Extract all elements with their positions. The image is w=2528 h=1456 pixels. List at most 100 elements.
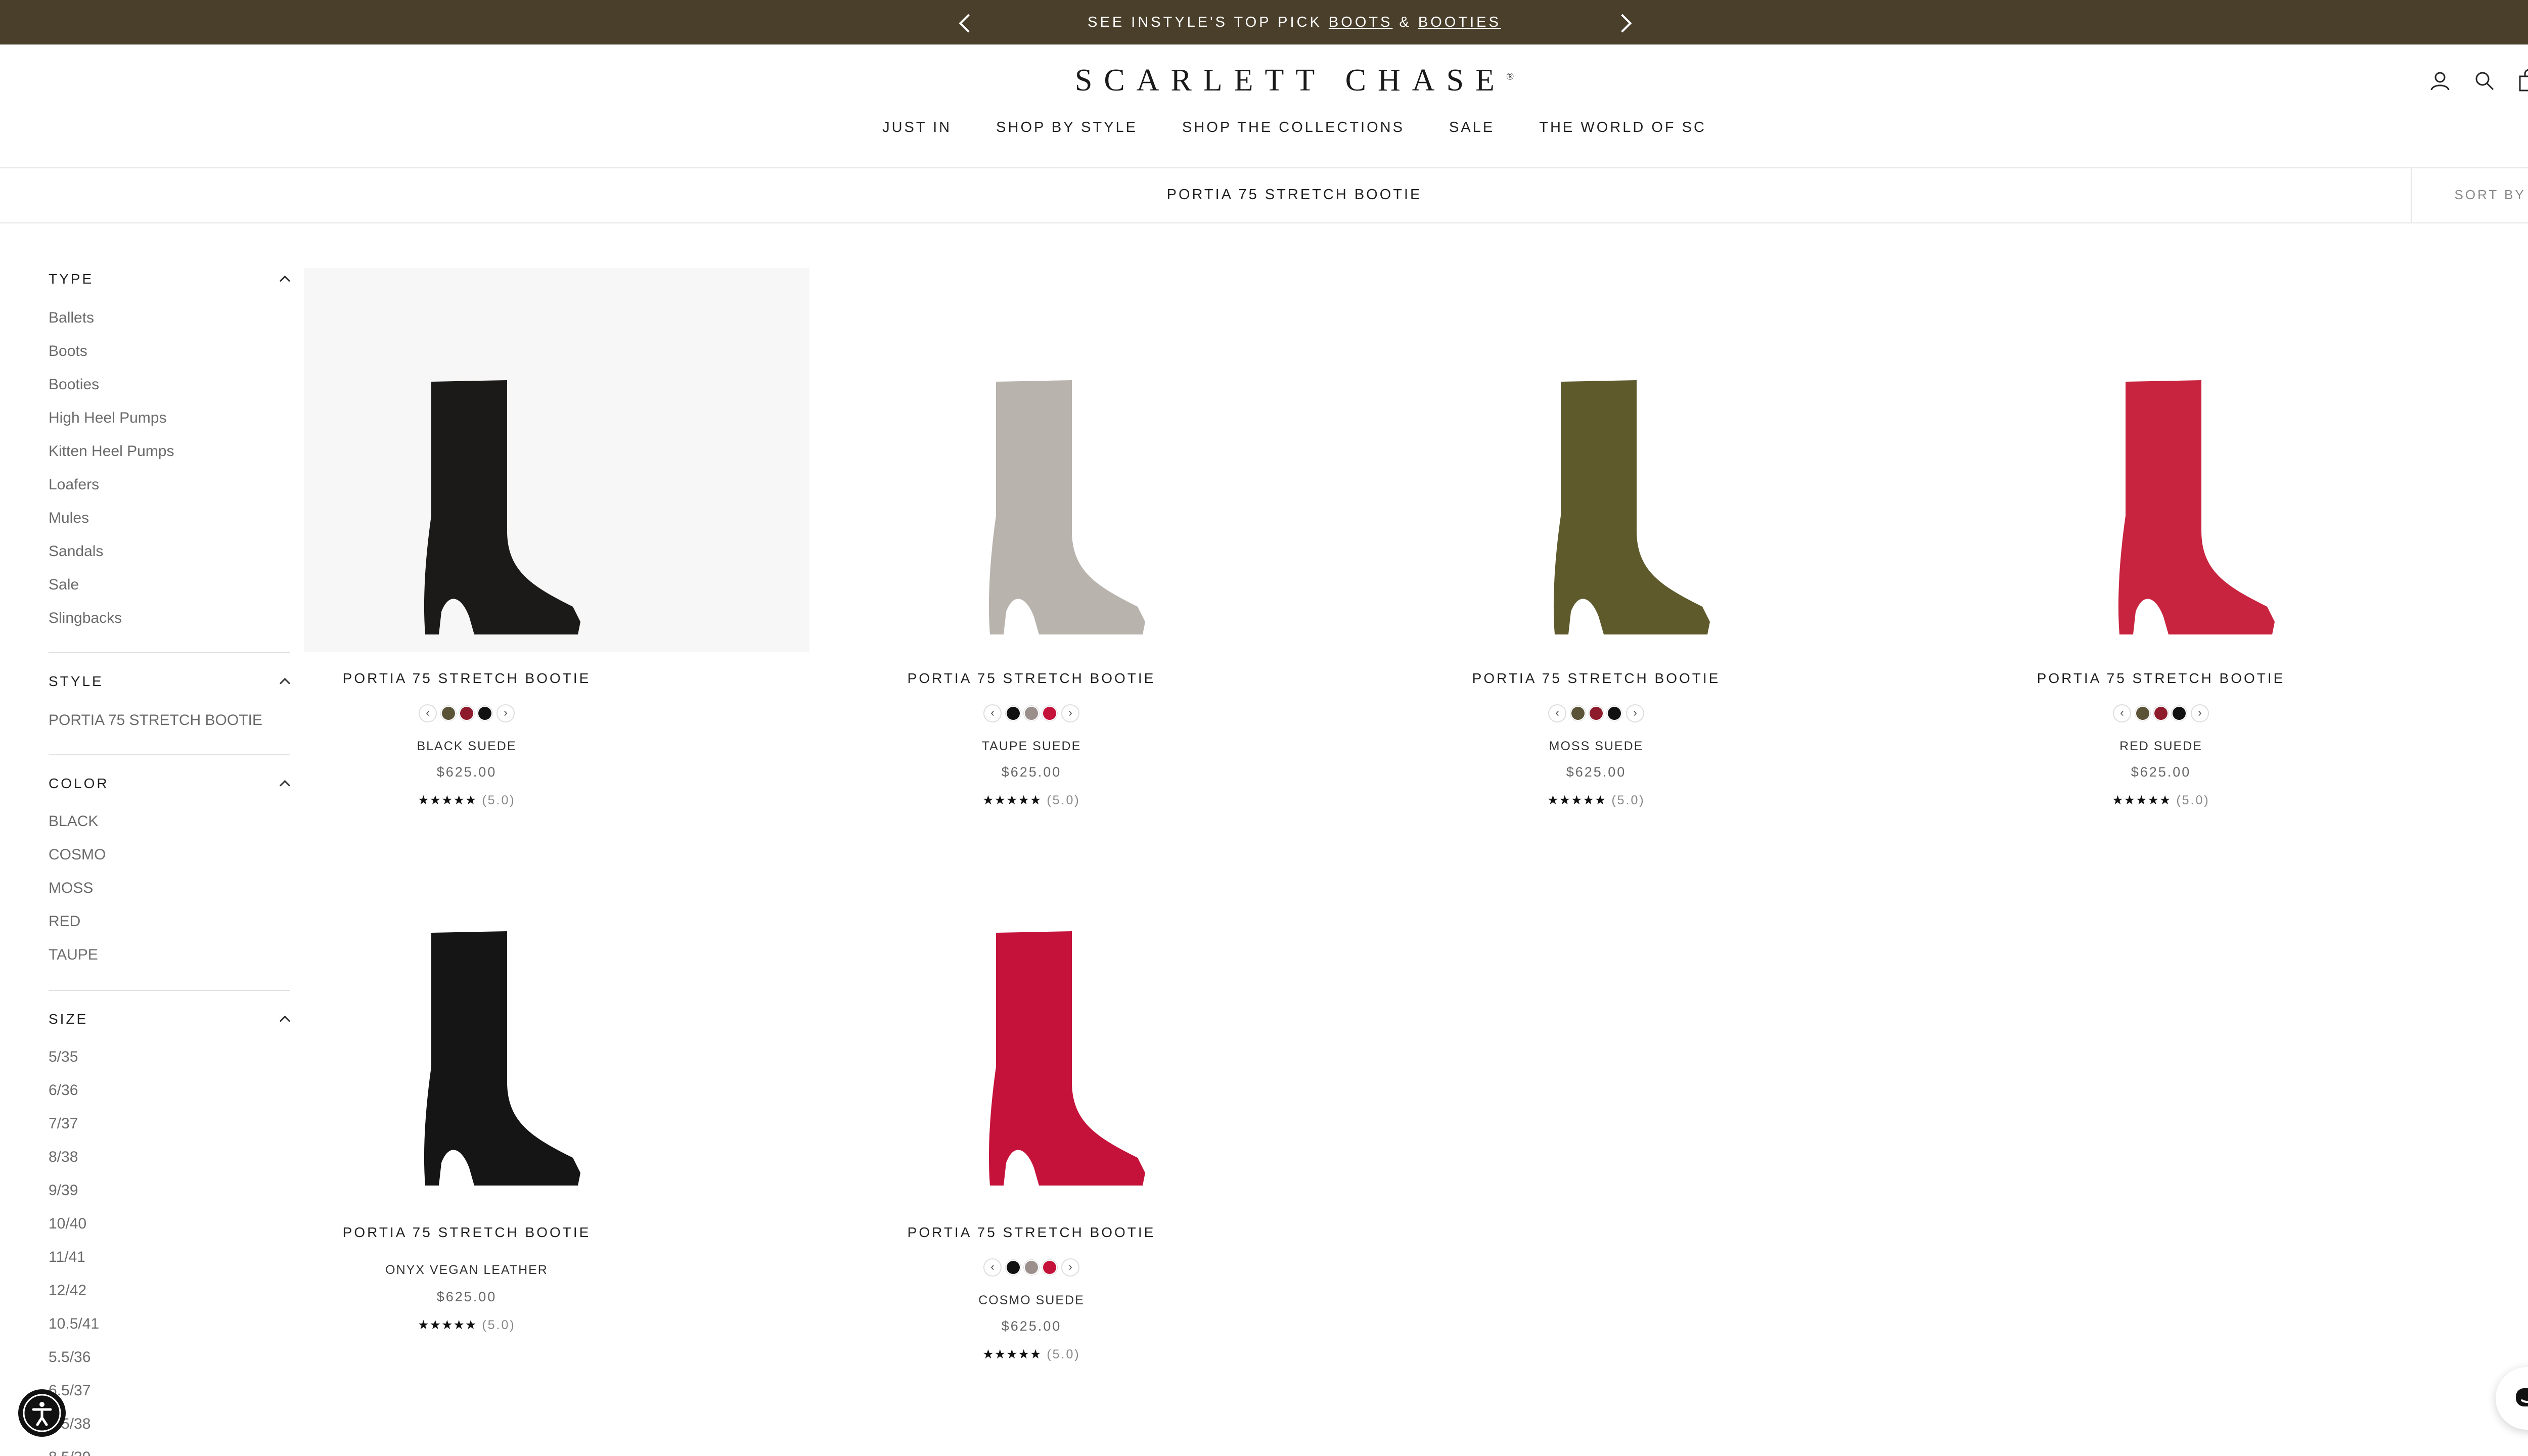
swatch-prev-button[interactable]: ‹: [2113, 704, 2131, 722]
sort-by-button[interactable]: SORT BY: [2411, 167, 2528, 222]
rating-value: (5.0): [482, 793, 516, 807]
collection-title: PORTIA 75 STRETCH BOOTIE: [1166, 187, 1422, 203]
product-rating: ★★★★★ (5.0): [2035, 793, 2287, 808]
rating-value: (5.0): [1611, 793, 1645, 807]
color-swatches: ‹ ›: [1470, 704, 1723, 723]
product-grid: PORTIA 75 STRETCH BOOTIE ‹ › BLACK SUEDE…: [0, 263, 2528, 1456]
search-icon[interactable]: [2473, 70, 2496, 92]
color-swatch[interactable]: [478, 707, 491, 720]
color-swatch[interactable]: [1007, 707, 1020, 720]
nav-sale[interactable]: SALE: [1449, 119, 1495, 135]
product-price: $625.00: [436, 1289, 497, 1304]
color-swatch[interactable]: [1025, 707, 1038, 720]
color-swatch[interactable]: [1043, 707, 1056, 720]
site-header: SCARLETT CHASE® JUST IN SHOP BY STYLE SH…: [0, 44, 2528, 168]
product-price: $625.00: [1001, 1318, 1062, 1334]
rating-value: (5.0): [2176, 793, 2210, 807]
color-swatch[interactable]: [2173, 707, 2186, 720]
product-name[interactable]: PORTIA 75 STRETCH BOOTIE: [905, 1224, 1158, 1241]
product-variant: ONYX VEGAN LEATHER: [385, 1263, 548, 1277]
swatch-prev-button[interactable]: ‹: [1548, 704, 1566, 722]
cart-icon[interactable]: [2518, 69, 2528, 92]
product-rating: ★★★★★ (5.0): [340, 793, 593, 808]
brand-logo[interactable]: SCARLETT CHASE®: [0, 63, 2528, 99]
product-image[interactable]: [340, 819, 593, 1203]
logo-text[interactable]: SCARLETT CHASE: [1075, 63, 1506, 98]
announcement-text: SEE INSTYLE'S TOP PICK BOOTS & BOOTIES: [0, 0, 2528, 44]
product-name[interactable]: PORTIA 75 STRETCH BOOTIE: [2035, 670, 2287, 687]
color-swatch[interactable]: [1007, 1261, 1020, 1274]
main-nav: JUST IN SHOP BY STYLE SHOP THE COLLECTIO…: [0, 119, 2528, 136]
product-rating: ★★★★★ (5.0): [340, 1317, 593, 1333]
nav-shop-by-style[interactable]: SHOP BY STYLE: [996, 119, 1138, 135]
announcement-sep: &: [1392, 14, 1418, 30]
color-swatches: ‹ ›: [340, 704, 593, 723]
swatch-prev-button[interactable]: ‹: [419, 704, 437, 722]
product-name[interactable]: PORTIA 75 STRETCH BOOTIE: [340, 670, 593, 687]
color-swatches: ‹ ›: [2035, 704, 2287, 723]
chat-icon[interactable]: [2496, 1367, 2528, 1430]
color-swatch[interactable]: [2154, 707, 2168, 720]
nav-just-in[interactable]: JUST IN: [882, 119, 952, 135]
booties-link[interactable]: BOOTIES: [1418, 14, 1501, 30]
star-rating: ★★★★★: [418, 793, 477, 807]
product-variant: MOSS SUEDE: [1549, 739, 1644, 753]
accessibility-icon[interactable]: [18, 1389, 66, 1437]
product-variant: RED SUEDE: [2119, 739, 2202, 753]
bootie-image: [988, 931, 1145, 1186]
swatch-next-button[interactable]: ›: [1061, 1258, 1079, 1277]
color-swatch[interactable]: [442, 707, 455, 720]
rating-value: (5.0): [482, 1318, 516, 1332]
bootie-image: [1553, 380, 1710, 634]
rating-value: (5.0): [1047, 1347, 1080, 1361]
swatch-next-button[interactable]: ›: [496, 704, 515, 722]
color-swatch[interactable]: [1571, 707, 1585, 720]
boots-link[interactable]: BOOTS: [1329, 14, 1393, 30]
star-rating: ★★★★★: [1547, 793, 1607, 807]
color-swatch[interactable]: [1590, 707, 1603, 720]
color-swatch[interactable]: [1025, 1261, 1038, 1274]
color-swatch[interactable]: [1608, 707, 1621, 720]
swatch-next-button[interactable]: ›: [1061, 704, 1079, 722]
announcement-bar: SEE INSTYLE'S TOP PICK BOOTS & BOOTIES: [0, 0, 2528, 44]
sort-by-label: SORT BY: [2454, 187, 2526, 202]
product-variant: COSMO SUEDE: [978, 1293, 1085, 1307]
product-rating: ★★★★★ (5.0): [1470, 793, 1723, 808]
product-image[interactable]: [905, 819, 1158, 1203]
nav-shop-the-collections[interactable]: SHOP THE COLLECTIONS: [1182, 119, 1405, 135]
account-icon[interactable]: [2429, 70, 2451, 92]
star-rating: ★★★★★: [982, 793, 1042, 807]
swatch-next-button[interactable]: ›: [1626, 704, 1644, 722]
color-swatches: ‹ ›: [905, 704, 1158, 723]
product-image[interactable]: [905, 268, 1158, 652]
product-variant: BLACK SUEDE: [417, 739, 517, 753]
registered-mark: ®: [1506, 71, 1514, 82]
color-swatch[interactable]: [1043, 1261, 1056, 1274]
product-variant: TAUPE SUEDE: [981, 739, 1081, 753]
star-rating: ★★★★★: [418, 1318, 477, 1332]
product-rating: ★★★★★ (5.0): [905, 1347, 1158, 1362]
star-rating: ★★★★★: [982, 1347, 1042, 1361]
bootie-image: [988, 380, 1145, 634]
product-name[interactable]: PORTIA 75 STRETCH BOOTIE: [1470, 670, 1723, 687]
product-price: $625.00: [1566, 764, 1627, 780]
bootie-image: [424, 380, 580, 634]
bootie-image: [2118, 380, 2275, 634]
product-price: $625.00: [1001, 764, 1062, 780]
color-swatch[interactable]: [2136, 707, 2149, 720]
swatch-next-button[interactable]: ›: [2191, 704, 2209, 722]
product-name[interactable]: PORTIA 75 STRETCH BOOTIE: [340, 1224, 593, 1241]
product-image[interactable]: [1470, 268, 1723, 652]
bootie-image: [424, 931, 580, 1186]
swatch-prev-button[interactable]: ‹: [983, 1258, 1002, 1277]
product-image[interactable]: [2035, 268, 2287, 652]
product-rating: ★★★★★ (5.0): [905, 793, 1158, 808]
product-image[interactable]: [304, 268, 809, 652]
collection-bar: PORTIA 75 STRETCH BOOTIE SORT BY: [0, 167, 2528, 223]
swatch-prev-button[interactable]: ‹: [983, 704, 1002, 722]
product-price: $625.00: [436, 764, 497, 780]
nav-world-of-sc[interactable]: THE WORLD OF SC: [1539, 119, 1706, 135]
product-name[interactable]: PORTIA 75 STRETCH BOOTIE: [905, 670, 1158, 687]
color-swatch[interactable]: [460, 707, 473, 720]
announcement-label: SEE INSTYLE'S TOP PICK: [1088, 14, 1329, 30]
